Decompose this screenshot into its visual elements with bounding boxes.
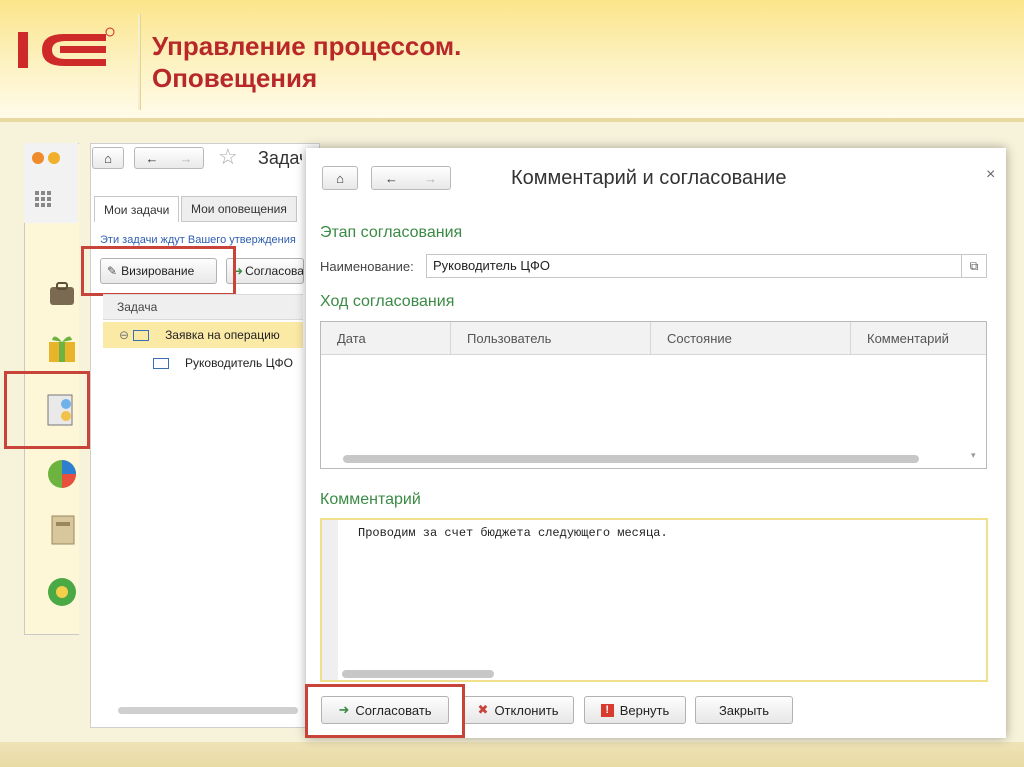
reject-button[interactable]: ✖ Отклонить [462, 696, 574, 724]
task-list-header: Задача [103, 294, 303, 320]
gift-icon[interactable] [44, 330, 80, 366]
close-button-label: Закрыть [718, 702, 770, 718]
open-link-icon[interactable]: ⧉ [962, 254, 987, 278]
table-row[interactable]: ⊖ Заявка на операцию [103, 322, 303, 348]
grid-menu-icon[interactable] [34, 190, 52, 208]
column-state[interactable]: Состояние [651, 322, 851, 354]
settings-globe-icon[interactable] [44, 574, 80, 610]
table-row[interactable]: Руководитель ЦФО [103, 350, 303, 376]
dialog-title: Комментарий и согласование [511, 167, 787, 189]
logo-separator [138, 14, 140, 110]
home-button[interactable]: ⌂ [92, 147, 124, 169]
collapse-icon[interactable]: ⊖ [119, 328, 129, 342]
scroll-down-icon[interactable]: ▾ [971, 450, 976, 461]
dialog-history-nav[interactable]: ← → [371, 166, 451, 190]
slide-title-line2: Оповещения [152, 63, 318, 93]
approval-progress-table: Дата Пользователь Состояние Комментарий … [320, 321, 987, 469]
header-divider [0, 118, 1024, 122]
table-header: Дата Пользователь Состояние Комментарий [321, 322, 986, 355]
return-button[interactable]: ! Вернуть [584, 696, 686, 724]
stage-section-title: Этап согласования [320, 224, 463, 241]
tasks-window [90, 143, 320, 728]
tab-my-notifications[interactable]: Мои оповещения [181, 196, 297, 222]
tab-my-tasks[interactable]: Мои задачи [94, 196, 180, 222]
arrow-right-icon[interactable]: → [424, 171, 437, 186]
window-controls-icon[interactable] [30, 150, 64, 166]
reject-button-label: Отклонить [494, 702, 559, 718]
comment-scrollbar[interactable] [342, 670, 494, 678]
close-button[interactable]: Закрыть [695, 696, 793, 724]
history-nav[interactable]: ← → [134, 147, 204, 169]
home-icon: ⌂ [336, 170, 344, 186]
column-date[interactable]: Дата [321, 322, 451, 354]
tasks-window-title: Задачи [258, 148, 302, 168]
highlight-frame-section [4, 371, 90, 449]
arrow-left-icon[interactable]: ← [385, 171, 398, 186]
home-icon: ⌂ [104, 150, 112, 166]
table-scrollbar[interactable] [343, 455, 919, 463]
return-button-label: Вернуть [619, 702, 670, 718]
task-row-label: Руководитель ЦФО [185, 356, 293, 370]
progress-section-title: Ход согласования [320, 293, 455, 310]
briefcase-icon[interactable] [44, 276, 80, 312]
slide-title-line1: Управление процессом. [152, 31, 462, 61]
name-label: Наименование: [320, 259, 414, 274]
name-field[interactable]: Руководитель ЦФО [426, 254, 962, 278]
comment-approval-dialog: ⌂ ← → Комментарий и согласование × Этап … [306, 148, 1006, 738]
comment-section-title: Комментарий [320, 491, 421, 508]
comment-textarea[interactable]: Проводим за счет бюджета следующего меся… [320, 518, 988, 682]
comment-text[interactable]: Проводим за счет бюджета следующего меся… [358, 526, 668, 540]
task-list-scrollbar[interactable] [118, 707, 298, 714]
1c-logo-icon [18, 27, 115, 68]
highlight-frame-approve [305, 684, 465, 738]
dialog-home-button[interactable]: ⌂ [322, 166, 358, 190]
column-user[interactable]: Пользователь [451, 322, 651, 354]
comment-gutter [322, 520, 338, 680]
bg-approve-label: Согласовать [245, 264, 304, 278]
arrow-left-icon[interactable]: ← [146, 151, 159, 166]
task-row-label: Заявка на операцию [165, 328, 280, 342]
warning-icon: ! [600, 703, 614, 717]
bg-approve-button[interactable]: ➜ Согласовать [226, 258, 304, 284]
route-icon [153, 357, 169, 369]
slide-footer [0, 742, 1024, 767]
close-icon[interactable]: × [986, 166, 995, 184]
chart-pie-icon[interactable] [44, 456, 80, 492]
reject-icon: ✖ [477, 702, 489, 717]
highlight-frame-visa [81, 246, 236, 296]
slide-title: Управление процессом. Оповещения [152, 30, 461, 94]
favorite-star-icon[interactable]: ☆ [218, 144, 238, 170]
document-icon [133, 329, 150, 341]
arrow-right-icon[interactable]: → [180, 151, 193, 166]
archive-icon[interactable] [44, 512, 80, 548]
column-comment[interactable]: Комментарий [851, 322, 986, 354]
